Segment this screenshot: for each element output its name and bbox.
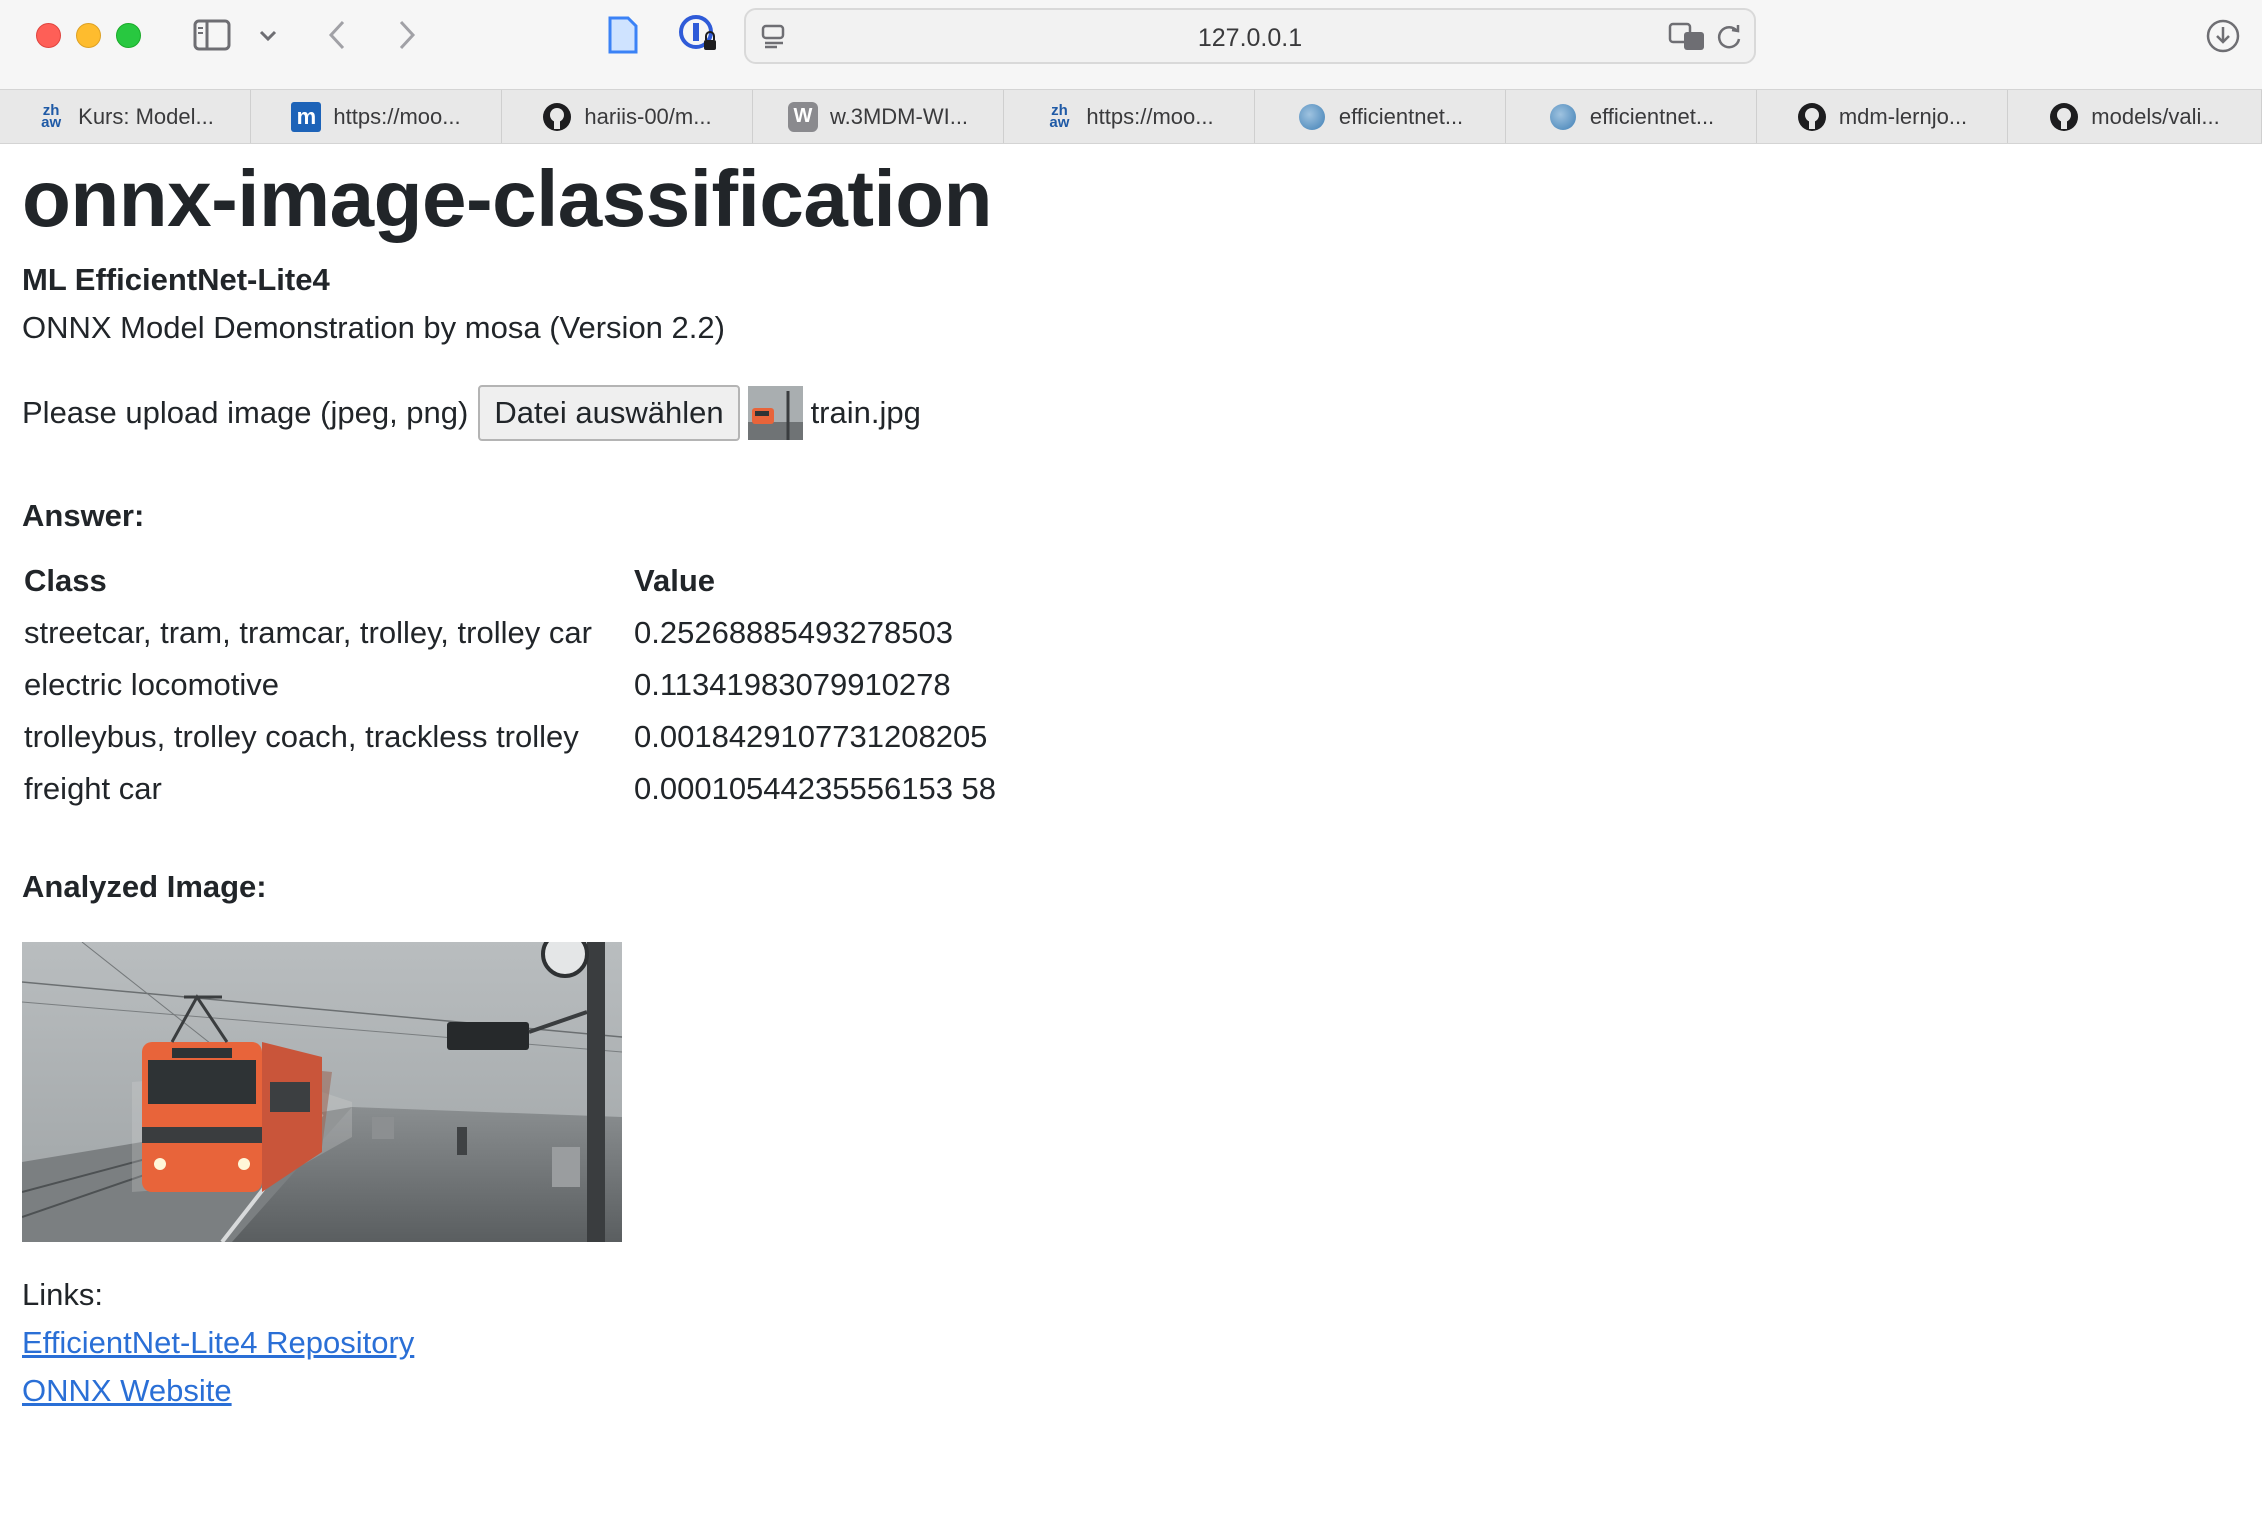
address-bar[interactable]: 127.0.0.1 bbox=[744, 8, 1756, 64]
zhaw-icon: zh aw bbox=[41, 101, 62, 131]
tab-label: mdm-lernjo... bbox=[1838, 103, 1968, 129]
github-icon bbox=[1797, 102, 1827, 132]
reload-icon[interactable] bbox=[1714, 22, 1744, 52]
chevron-down-icon[interactable] bbox=[256, 24, 280, 48]
zhaw-icon: zh aw bbox=[1049, 101, 1070, 131]
tab-github-hariis[interactable]: hariis-00/m... bbox=[502, 90, 753, 143]
github-icon bbox=[542, 102, 572, 132]
class-cell: freight car bbox=[24, 771, 162, 806]
tab-moodle-2[interactable]: zh aw https://moo... bbox=[1004, 90, 1255, 143]
document-icon[interactable] bbox=[606, 15, 640, 55]
github-icon bbox=[2049, 102, 2079, 132]
tab-github-mdm[interactable]: mdm-lernjo... bbox=[1757, 90, 2008, 143]
forward-icon[interactable] bbox=[392, 18, 422, 52]
browser-toolbar: 127.0.0.1 bbox=[0, 0, 2262, 89]
value-cell: 0.00010544235556153 58 bbox=[634, 771, 997, 806]
results-table: Class Value streetcar, tram, tramcar, tr… bbox=[22, 555, 998, 815]
class-cell: streetcar, tram, tramcar, trolley, troll… bbox=[24, 615, 592, 650]
page-title: onnx-image-classification bbox=[22, 154, 992, 243]
tab-wiki[interactable]: W w.3MDM-WI... bbox=[753, 90, 1004, 143]
analyzed-image-heading: Analyzed Image: bbox=[22, 869, 267, 904]
tab-kurs[interactable]: zh aw Kurs: Model... bbox=[0, 90, 251, 143]
model-subtitle: ML EfficientNet-Lite4 bbox=[22, 262, 330, 297]
url-text: 127.0.0.1 bbox=[1197, 24, 1303, 52]
tab-label: Kurs: Model... bbox=[78, 103, 214, 129]
tab-bar: zh aw Kurs: Model... m https://moo... har… bbox=[0, 89, 2262, 144]
tab-github-models[interactable]: models/vali... bbox=[2008, 90, 2262, 143]
downloads-icon[interactable] bbox=[2204, 17, 2242, 55]
value-cell: 0.25268885493278503 bbox=[634, 615, 953, 650]
zoom-window-button[interactable] bbox=[116, 23, 141, 48]
class-cell: trolleybus, trolley coach, trackless tro… bbox=[24, 719, 579, 754]
column-header-value: Value bbox=[634, 563, 715, 598]
column-header-class: Class bbox=[24, 563, 107, 598]
page-description: ONNX Model Demonstration by mosa (Versio… bbox=[22, 310, 725, 345]
tab-moodle[interactable]: m https://moo... bbox=[251, 90, 502, 143]
moodle-icon: m bbox=[291, 101, 322, 132]
tab-efficientnet-1[interactable]: efficientnet... bbox=[1255, 90, 1506, 143]
tab-label: w.3MDM-WI... bbox=[829, 103, 969, 129]
sidebar-toggle-icon[interactable] bbox=[192, 17, 232, 53]
efficientnet-repository-link[interactable]: EfficientNet-Lite4 Repository bbox=[22, 1325, 414, 1361]
tab-label: models/vali... bbox=[2091, 103, 2220, 129]
close-window-button[interactable] bbox=[36, 23, 61, 48]
table-row: streetcar, tram, tramcar, trolley, troll… bbox=[22, 607, 998, 659]
table-row: trolleybus, trolley coach, trackless tro… bbox=[22, 711, 998, 763]
links-label: Links: bbox=[22, 1277, 103, 1312]
upload-label: Please upload image (jpeg, png) bbox=[22, 395, 469, 430]
tab-label: https://moo... bbox=[333, 103, 461, 129]
value-cell: 0.0018429107731208205 bbox=[634, 719, 988, 754]
globe-icon bbox=[1297, 102, 1327, 132]
tab-efficientnet-2[interactable]: efficientnet... bbox=[1506, 90, 1757, 143]
answer-heading: Answer: bbox=[22, 498, 145, 533]
tab-label: https://moo... bbox=[1086, 103, 1214, 129]
tab-label: hariis-00/m... bbox=[584, 103, 712, 129]
upload-row: Please upload image (jpeg, png) Datei au… bbox=[22, 385, 921, 441]
selected-file-name: train.jpg bbox=[810, 395, 921, 430]
globe-icon bbox=[1548, 102, 1578, 132]
file-thumbnail bbox=[747, 386, 803, 440]
analyzed-image bbox=[22, 942, 622, 1242]
choose-file-button[interactable]: Datei auswählen bbox=[478, 385, 740, 441]
page-content: onnx-image-classification ML EfficientNe… bbox=[0, 145, 2262, 1536]
password-manager-icon[interactable] bbox=[678, 14, 720, 56]
table-row: electric locomotive 0.11341983079910278 bbox=[22, 659, 998, 711]
class-cell: electric locomotive bbox=[24, 667, 279, 702]
tab-label: efficientnet... bbox=[1338, 103, 1464, 129]
tab-label: efficientnet... bbox=[1589, 103, 1715, 129]
onnx-website-link[interactable]: ONNX Website bbox=[22, 1373, 232, 1409]
minimize-window-button[interactable] bbox=[76, 23, 101, 48]
back-icon[interactable] bbox=[322, 18, 352, 52]
translate-icon[interactable] bbox=[1668, 22, 1708, 52]
value-cell: 0.11341983079910278 bbox=[634, 667, 951, 702]
table-header-row: Class Value bbox=[22, 555, 998, 607]
table-row: freight car 0.00010544235556153 58 bbox=[22, 763, 998, 815]
w-icon: W bbox=[787, 101, 818, 132]
